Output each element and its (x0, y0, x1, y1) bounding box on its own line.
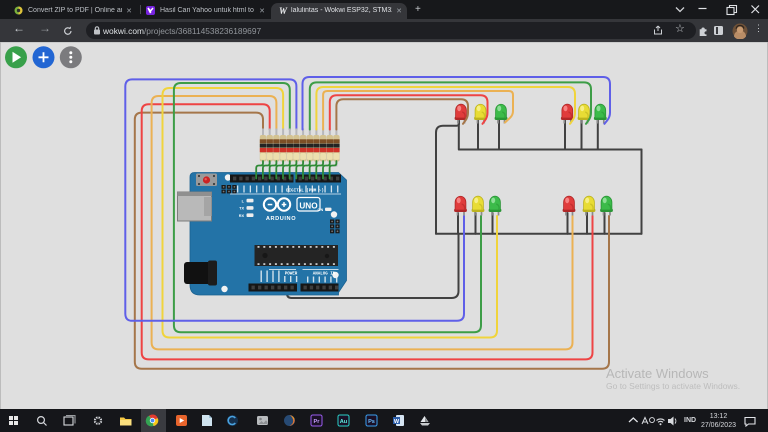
svg-text:ARDUINO: ARDUINO (266, 216, 296, 222)
svg-text:POWER: POWER (285, 273, 298, 277)
svg-text:W: W (394, 419, 400, 425)
svg-text:ON: ON (318, 208, 324, 212)
svg-text:Ps: Ps (368, 419, 375, 425)
svg-text:ANALOG IN: ANALOG IN (313, 273, 336, 277)
svg-text:TX: TX (239, 207, 244, 211)
svg-text:RX: RX (239, 214, 245, 218)
svg-text:Au: Au (340, 419, 348, 425)
svg-text:DIGITAL (PWM ~): DIGITAL (PWM ~) (286, 189, 324, 194)
svg-text:UNO: UNO (299, 201, 318, 210)
svg-text:Pr: Pr (314, 419, 321, 425)
